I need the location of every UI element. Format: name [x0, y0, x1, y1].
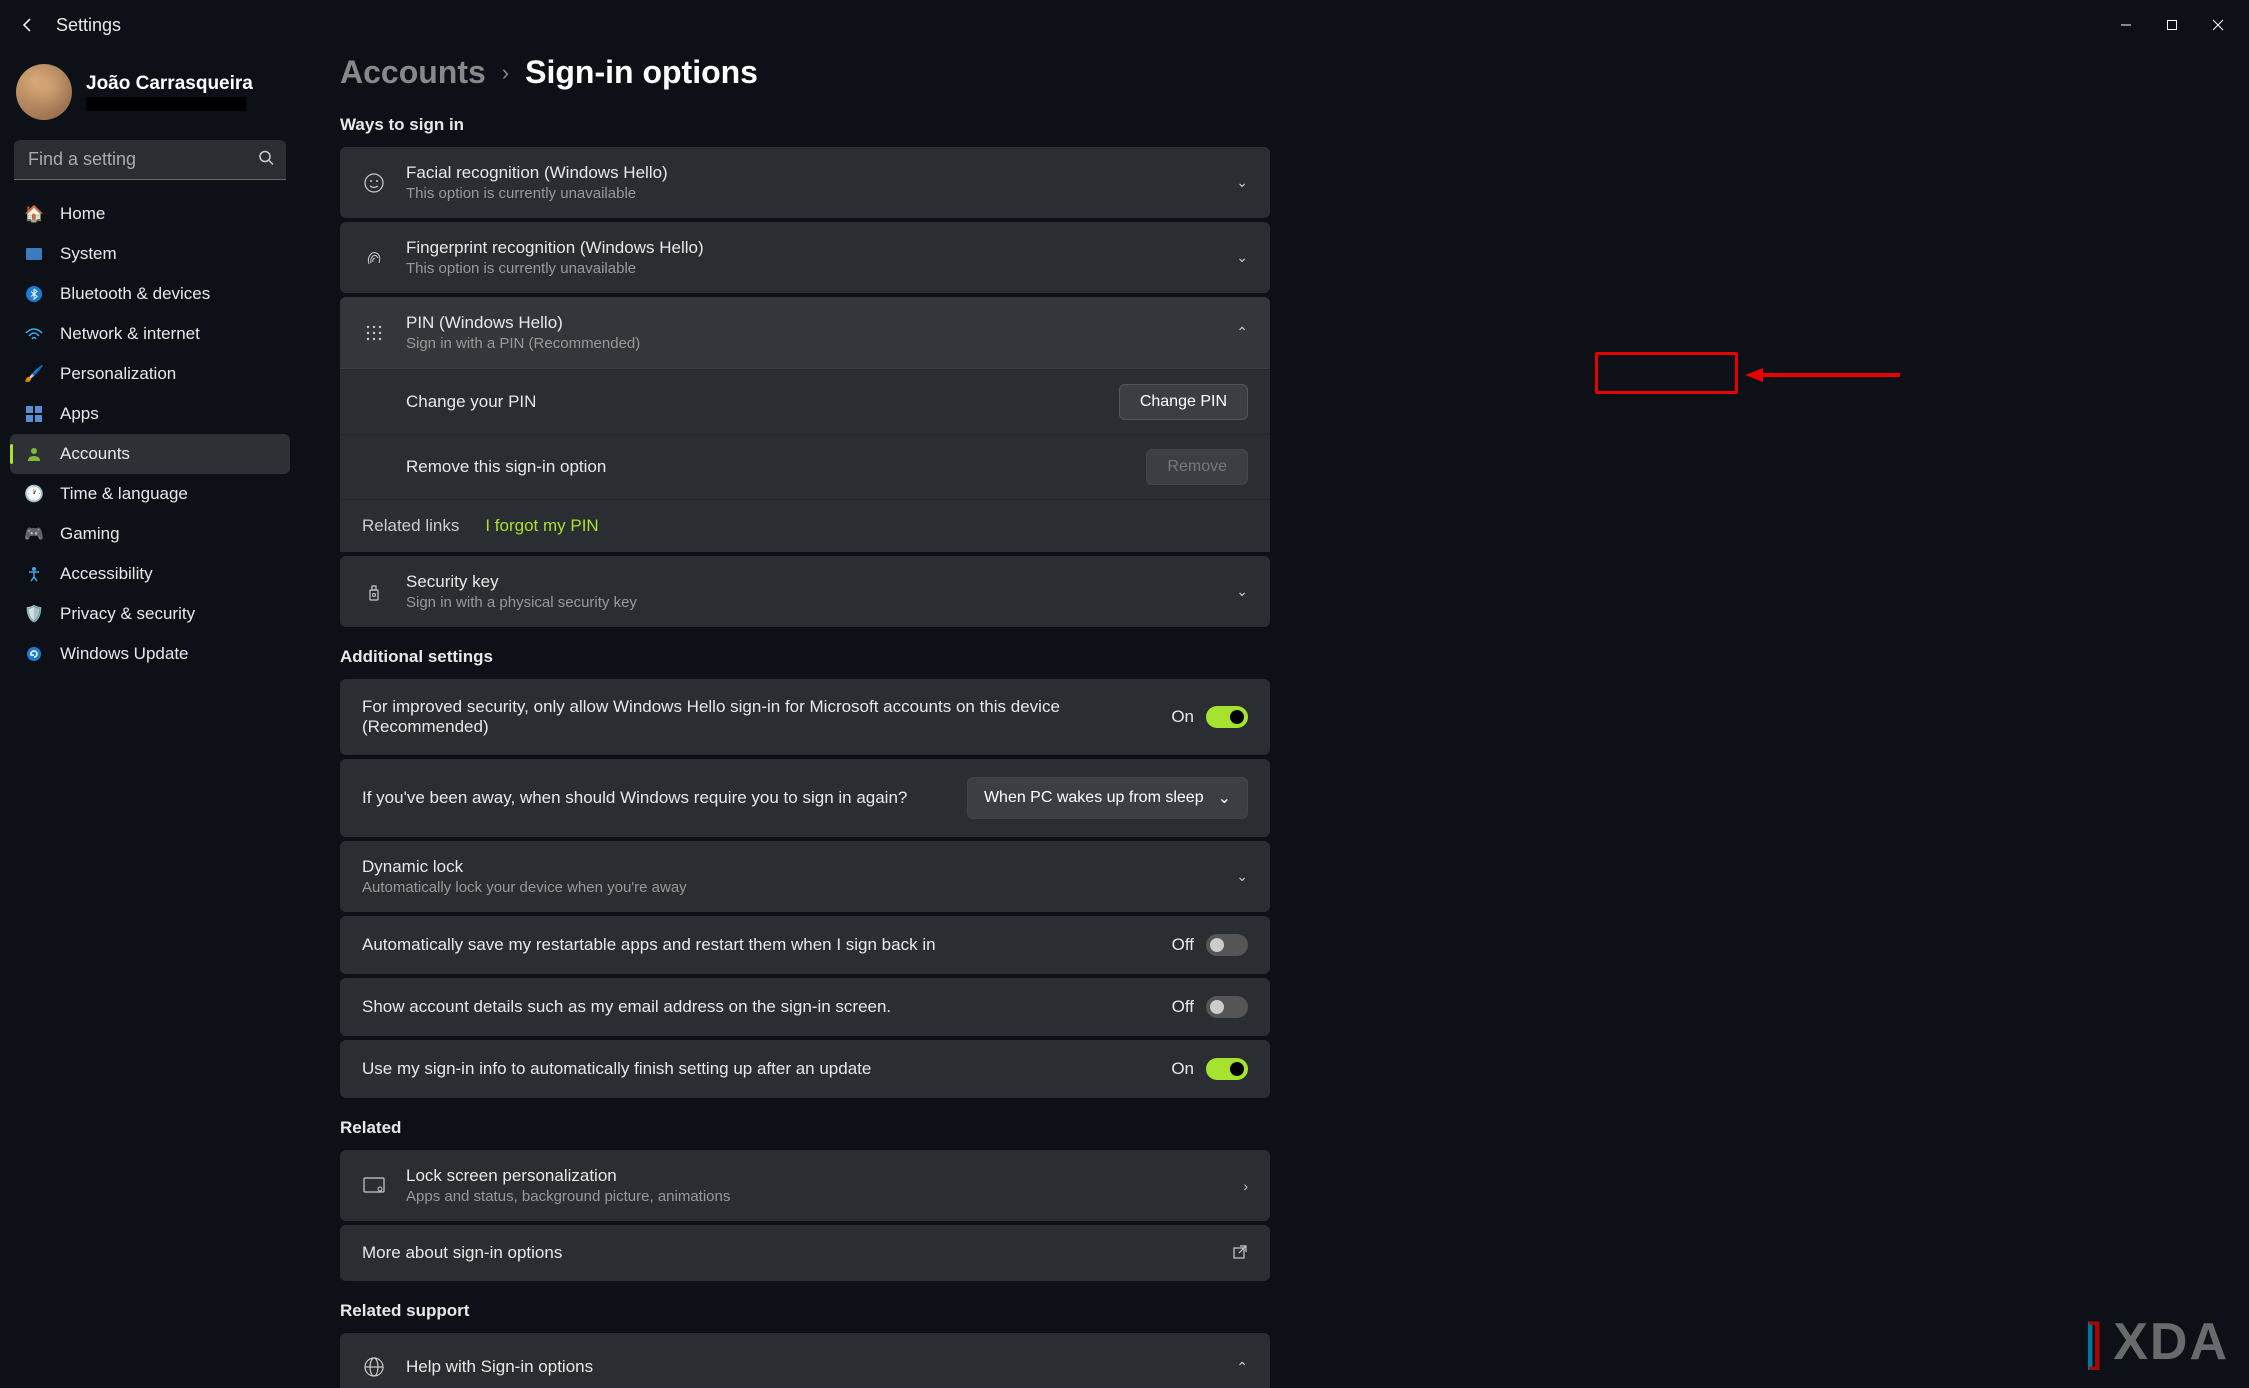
lockscreen-icon	[362, 1177, 386, 1195]
remove-button[interactable]: Remove	[1146, 449, 1248, 485]
page-title: Sign-in options	[525, 54, 758, 91]
system-icon	[24, 244, 44, 264]
sidebar-item-network[interactable]: Network & internet	[10, 314, 290, 354]
shield-icon: 🛡️	[24, 604, 44, 624]
option-security-key[interactable]: Security key Sign in with a physical sec…	[340, 556, 1270, 627]
usb-key-icon	[362, 582, 386, 602]
sidebar-item-bluetooth[interactable]: Bluetooth & devices	[10, 274, 290, 314]
sidebar-item-update[interactable]: Windows Update	[10, 634, 290, 674]
chevron-down-icon: ⌄	[1236, 249, 1248, 266]
related-more[interactable]: More about sign-in options	[340, 1225, 1270, 1281]
setting-dynamic-lock[interactable]: Dynamic lock Automatically lock your dev…	[340, 841, 1270, 912]
profile-block[interactable]: João Carrasqueira	[10, 56, 290, 140]
option-fingerprint[interactable]: Fingerprint recognition (Windows Hello) …	[340, 222, 1270, 293]
external-link-icon	[1232, 1244, 1248, 1263]
hello-only-toggle[interactable]	[1206, 706, 1248, 728]
finish-setup-toggle[interactable]	[1206, 1058, 1248, 1080]
option-pin-header[interactable]: PIN (Windows Hello) Sign in with a PIN (…	[340, 297, 1270, 369]
show-details-toggle[interactable]	[1206, 996, 1248, 1018]
avatar	[16, 64, 72, 120]
face-icon	[362, 172, 386, 194]
setting-autosave: Automatically save my restartable apps a…	[340, 916, 1270, 974]
search-input[interactable]	[14, 140, 286, 180]
setting-away: If you've been away, when should Windows…	[340, 759, 1270, 837]
close-button[interactable]	[2195, 9, 2241, 41]
chevron-right-icon: ›	[502, 60, 509, 86]
maximize-button[interactable]	[2149, 9, 2195, 41]
forgot-pin-link[interactable]: I forgot my PIN	[485, 516, 598, 536]
window-title: Settings	[56, 15, 121, 36]
keypad-icon	[362, 323, 386, 343]
sidebar-item-system[interactable]: System	[10, 234, 290, 274]
home-icon: 🏠	[24, 204, 44, 224]
section-additional: Additional settings	[340, 647, 1270, 667]
chevron-down-icon: ⌄	[1218, 788, 1231, 808]
autosave-toggle[interactable]	[1206, 934, 1248, 956]
search-icon	[258, 150, 274, 171]
update-icon	[24, 644, 44, 664]
away-dropdown[interactable]: When PC wakes up from sleep ⌄	[967, 777, 1248, 819]
option-pin: PIN (Windows Hello) Sign in with a PIN (…	[340, 297, 1270, 552]
remove-pin-row: Remove this sign-in option Remove	[340, 434, 1270, 499]
chevron-down-icon: ⌄	[1236, 868, 1248, 885]
sidebar-item-time[interactable]: 🕐Time & language	[10, 474, 290, 514]
nav-list: 🏠Home System Bluetooth & devices Network…	[10, 194, 290, 674]
accessibility-icon	[24, 564, 44, 584]
related-lock-screen[interactable]: Lock screen personalization Apps and sta…	[340, 1150, 1270, 1221]
section-support: Related support	[340, 1301, 1270, 1321]
web-icon	[362, 1356, 386, 1378]
globe-icon: 🕐	[24, 484, 44, 504]
sidebar-item-personalization[interactable]: 🖌️Personalization	[10, 354, 290, 394]
bluetooth-icon	[24, 284, 44, 304]
profile-email-redacted	[86, 97, 246, 111]
wifi-icon	[24, 324, 44, 344]
person-icon	[24, 444, 44, 464]
change-pin-button[interactable]: Change PIN	[1119, 384, 1248, 420]
apps-icon	[24, 404, 44, 424]
setting-finish-setup: Use my sign-in info to automatically fin…	[340, 1040, 1270, 1098]
setting-hello-only: For improved security, only allow Window…	[340, 679, 1270, 755]
chevron-up-icon: ⌃	[1236, 324, 1248, 341]
support-help[interactable]: Help with Sign-in options ⌃	[340, 1333, 1270, 1388]
xda-watermark: []XDA	[2084, 1312, 2229, 1372]
chevron-down-icon: ⌄	[1236, 174, 1248, 191]
sidebar-item-accounts[interactable]: Accounts	[10, 434, 290, 474]
back-button[interactable]	[8, 5, 48, 45]
chevron-up-icon: ⌃	[1236, 1359, 1248, 1376]
profile-name: João Carrasqueira	[86, 73, 253, 95]
change-pin-row: Change your PIN Change PIN	[340, 369, 1270, 434]
option-facial[interactable]: Facial recognition (Windows Hello) This …	[340, 147, 1270, 218]
related-links-row: Related links I forgot my PIN	[340, 499, 1270, 552]
brush-icon: 🖌️	[24, 364, 44, 384]
setting-show-details: Show account details such as my email ad…	[340, 978, 1270, 1036]
chevron-right-icon: ›	[1243, 1178, 1248, 1194]
minimize-button[interactable]	[2103, 9, 2149, 41]
sidebar-item-accessibility[interactable]: Accessibility	[10, 554, 290, 594]
chevron-down-icon: ⌄	[1236, 583, 1248, 600]
fingerprint-icon	[362, 247, 386, 269]
gaming-icon: 🎮	[24, 524, 44, 544]
sidebar-item-privacy[interactable]: 🛡️Privacy & security	[10, 594, 290, 634]
section-ways: Ways to sign in	[340, 115, 1270, 135]
sidebar-item-home[interactable]: 🏠Home	[10, 194, 290, 234]
section-related: Related	[340, 1118, 1270, 1138]
sidebar-item-gaming[interactable]: 🎮Gaming	[10, 514, 290, 554]
breadcrumb: Accounts › Sign-in options	[340, 54, 1270, 91]
breadcrumb-parent[interactable]: Accounts	[340, 54, 486, 91]
sidebar-item-apps[interactable]: Apps	[10, 394, 290, 434]
